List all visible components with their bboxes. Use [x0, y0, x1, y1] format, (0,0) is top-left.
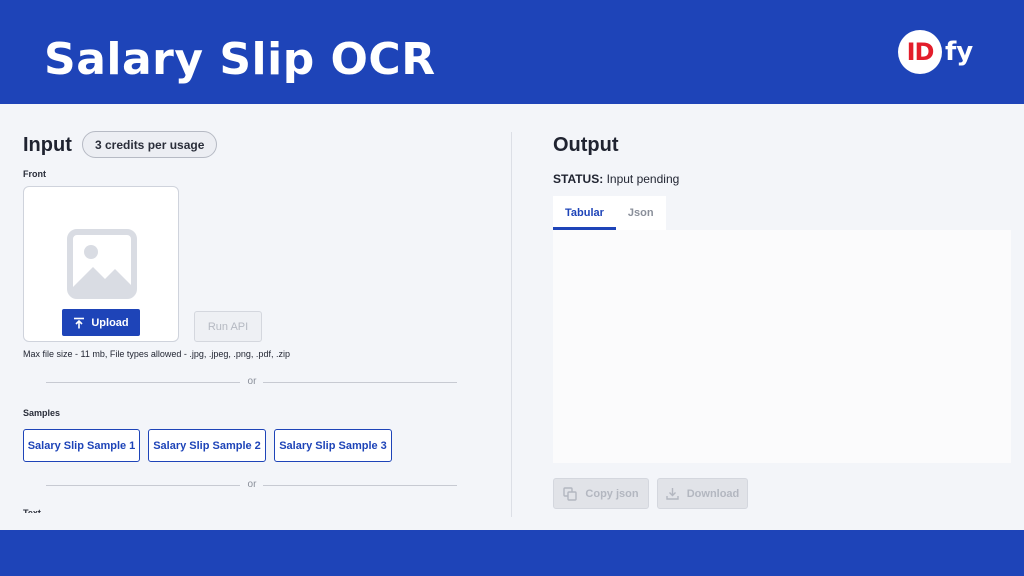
file-requirements-text: Max file size - 11 mb, File types allowe…	[23, 349, 290, 359]
image-placeholder-icon	[67, 229, 137, 299]
download-label: Download	[686, 487, 740, 500]
download-icon	[666, 488, 679, 500]
logo-mark-text: ID	[906, 38, 935, 66]
tab-json[interactable]: Json	[616, 196, 666, 230]
input-heading: Input	[23, 134, 72, 156]
next-section-label: Text	[23, 508, 41, 513]
separator-line-right	[263, 485, 457, 486]
main-content: Input 3 credits per usage Front Upload R…	[0, 104, 1024, 530]
output-heading: Output	[553, 134, 619, 156]
app-header: Salary Slip OCR ID fy	[0, 0, 1024, 104]
or-separator: or	[46, 376, 457, 388]
panel-divider	[511, 132, 512, 517]
download-button[interactable]: Download	[657, 478, 748, 509]
page-title: Salary Slip OCR	[44, 34, 436, 85]
or-text: or	[247, 479, 257, 490]
separator-line-right	[263, 382, 457, 383]
output-tabs: Tabular Json	[553, 196, 666, 230]
output-result-panel	[553, 230, 1011, 463]
or-separator-2: or	[46, 479, 457, 491]
sample-button-1[interactable]: Salary Slip Sample 1	[23, 429, 140, 462]
or-text: or	[247, 376, 257, 387]
status-value: Input pending	[606, 172, 680, 186]
logo-mark: ID	[898, 30, 942, 74]
front-upload-dropzone[interactable]: Upload	[23, 186, 179, 342]
copy-json-button[interactable]: Copy json	[553, 478, 649, 509]
front-label: Front	[23, 169, 46, 179]
idfy-logo[interactable]: ID fy	[898, 28, 973, 76]
app-footer	[0, 530, 1024, 576]
upload-button[interactable]: Upload	[62, 309, 140, 336]
sample-button-3[interactable]: Salary Slip Sample 3	[274, 429, 392, 462]
sample-button-2[interactable]: Salary Slip Sample 2	[148, 429, 266, 462]
run-api-button[interactable]: Run API	[194, 311, 262, 342]
separator-line-left	[46, 485, 240, 486]
tab-tabular[interactable]: Tabular	[553, 196, 616, 230]
copy-json-label: Copy json	[585, 487, 639, 500]
upload-arrow-icon	[74, 317, 85, 328]
samples-label: Samples	[23, 408, 61, 418]
status-label: STATUS:	[553, 172, 604, 186]
status-line: STATUS: Input pending	[553, 172, 679, 186]
copy-icon	[563, 486, 578, 501]
logo-suffix-text: fy	[945, 37, 974, 67]
credits-badge: 3 credits per usage	[82, 131, 218, 158]
separator-line-left	[46, 382, 240, 383]
upload-button-label: Upload	[91, 316, 129, 329]
